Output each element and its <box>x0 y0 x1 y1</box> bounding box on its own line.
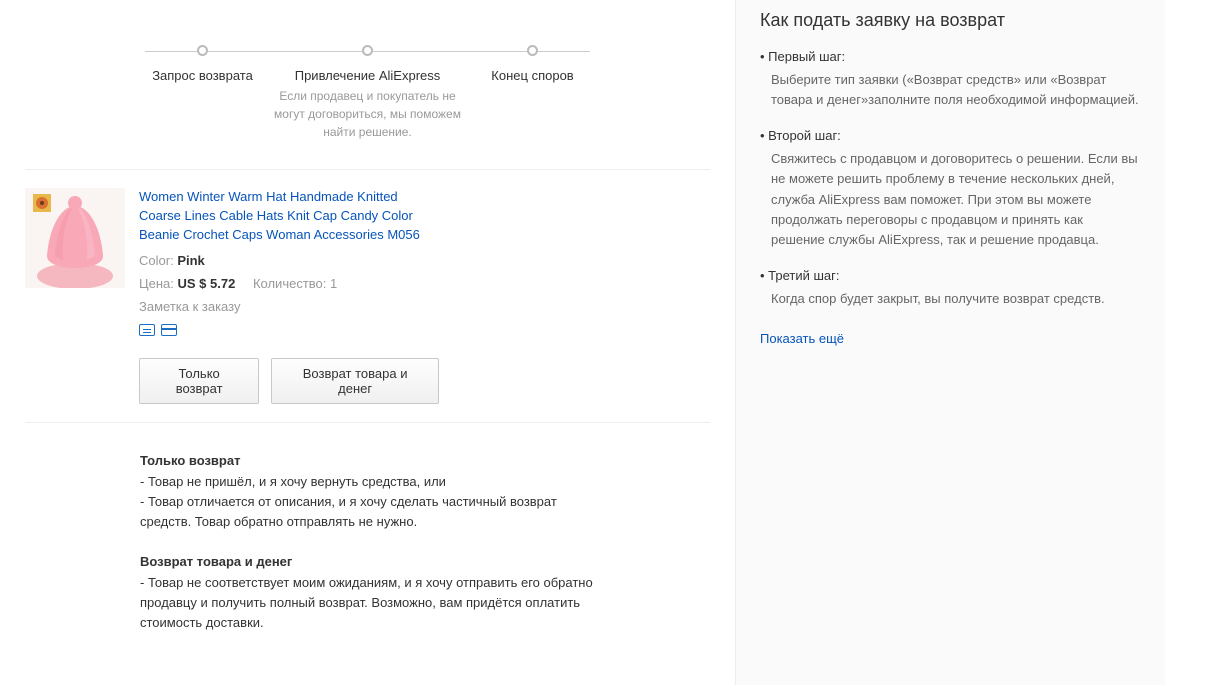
return-and-refund-button[interactable]: Возврат товара и денег <box>271 358 439 404</box>
qty-value: 1 <box>330 276 337 291</box>
product-name-link[interactable]: Women Winter Warm Hat Handmade Knitted C… <box>139 188 439 245</box>
help-step-body: Свяжитесь с продавцом и договоритесь о р… <box>760 149 1140 250</box>
progress-stepper: Запрос возврата Привлечение AliExpress Е… <box>25 20 710 151</box>
step-dot-icon <box>197 45 208 56</box>
color-label: Color: <box>139 253 174 268</box>
guarantee-icon[interactable] <box>139 324 155 336</box>
explain-line: - Товар не пришёл, и я хочу вернуть сред… <box>140 472 600 492</box>
help-step-3: Третий шаг: Когда спор будет закрыт, вы … <box>760 268 1140 309</box>
explain-refund-only-title: Только возврат <box>140 453 600 468</box>
explanation-section: Только возврат - Товар не пришёл, и я хо… <box>25 453 710 634</box>
help-step-head: Первый шаг: <box>760 49 1140 64</box>
step-dot-icon <box>527 45 538 56</box>
explain-line: - Товар не соответствует моим ожиданиям,… <box>140 573 600 633</box>
step-dot-icon <box>362 45 373 56</box>
step-label: Конец споров <box>430 68 635 83</box>
help-sidebar: Как подать заявку на возврат Первый шаг:… <box>735 0 1165 685</box>
product-thumbnail[interactable] <box>25 188 125 288</box>
price-value: US $ 5.72 <box>178 276 236 291</box>
order-note: Заметка к заказу <box>139 299 439 314</box>
help-step-head: Третий шаг: <box>760 268 1140 283</box>
badge-icons <box>139 324 439 336</box>
payment-icon[interactable] <box>161 324 177 336</box>
help-step-body: Когда спор будет закрыт, вы получите воз… <box>760 289 1140 309</box>
step-3: Конец споров <box>430 45 635 141</box>
explain-return-refund-title: Возврат товара и денег <box>140 554 600 569</box>
show-more-link[interactable]: Показать ещё <box>760 331 844 346</box>
qty-label: Количество: <box>253 276 326 291</box>
help-step-2: Второй шаг: Свяжитесь с продавцом и дого… <box>760 128 1140 250</box>
refund-only-button[interactable]: Только возврат <box>139 358 259 404</box>
help-step-1: Первый шаг: Выберите тип заявки («Возвра… <box>760 49 1140 110</box>
product-row: Women Winter Warm Hat Handmade Knitted C… <box>25 188 710 404</box>
help-step-head: Второй шаг: <box>760 128 1140 143</box>
price-label: Цена: <box>139 276 174 291</box>
help-step-body: Выберите тип заявки («Возврат средств» и… <box>760 70 1140 110</box>
sidebar-title: Как подать заявку на возврат <box>760 10 1140 31</box>
explain-line: - Товар отличается от описания, и я хочу… <box>140 492 600 532</box>
divider <box>25 422 710 423</box>
divider <box>25 169 710 170</box>
product-price-line: Цена: US $ 5.72 Количество: 1 <box>139 276 439 291</box>
color-value: Pink <box>177 253 204 268</box>
product-color: Color: Pink <box>139 253 439 268</box>
